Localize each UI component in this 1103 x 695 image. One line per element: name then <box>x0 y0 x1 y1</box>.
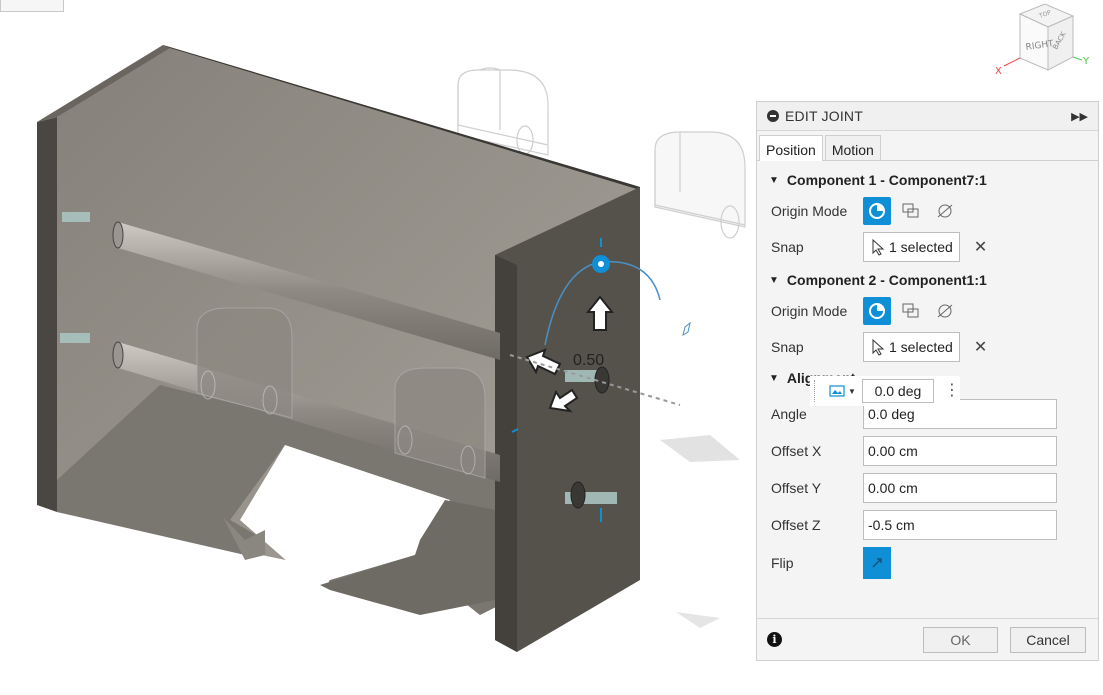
toolbar-stub[interactable] <box>0 0 64 12</box>
snap-row-1: Snap 1 selected ✕ <box>757 229 1098 265</box>
tab-bar: Position Motion <box>757 131 1098 161</box>
section-component1-title: Component 1 - Component7:1 <box>786 172 987 188</box>
offset-z-label: Offset Z <box>771 516 821 533</box>
cursor-arrow-icon <box>872 238 885 256</box>
offset-z-input[interactable]: -0.5 cm <box>863 509 1057 540</box>
chevron-down-icon[interactable]: ▼ <box>769 175 779 186</box>
section-component2-title: Component 2 - Component1:1 <box>786 272 987 288</box>
tab-motion[interactable]: Motion <box>824 135 881 160</box>
offset-x-row: Offset X 0.00 cm <box>757 432 1098 469</box>
info-icon[interactable]: i <box>767 632 782 647</box>
section-component1[interactable]: ▼ Component 1 - Component7:1 <box>757 169 1098 191</box>
ok-button[interactable]: OK <box>923 627 998 653</box>
origin-simple-icon[interactable] <box>863 297 891 325</box>
snap-selection-2[interactable]: 1 selected <box>863 332 960 362</box>
origin-mode-row-2: Origin Mode <box>757 293 1098 329</box>
origin-simple-icon[interactable] <box>863 197 891 225</box>
axis-y-label: Y <box>1082 56 1090 67</box>
offset-y-label: Offset Y <box>771 479 822 496</box>
snap-row-2: Snap 1 selected ✕ <box>757 329 1098 365</box>
tab-position[interactable]: Position <box>759 135 823 161</box>
housing-left-wall <box>37 117 57 512</box>
panel-title: EDIT JOINT <box>785 108 863 124</box>
ghost-component-top-right <box>654 131 746 239</box>
dropdown-caret-icon[interactable]: ▼ <box>848 387 856 396</box>
offset-x-label: Offset X <box>771 442 822 459</box>
collapse-icon[interactable] <box>767 110 779 122</box>
snap-value-1: 1 selected <box>889 239 953 255</box>
origin-mode-label: Origin Mode <box>771 203 848 219</box>
origin-two-edge-icon[interactable] <box>931 297 959 325</box>
origin-mode-label: Origin Mode <box>771 303 848 319</box>
panel-footer: i OK Cancel <box>757 618 1098 660</box>
view-cube[interactable]: RIGHT BACK TOP X Y <box>990 0 1103 82</box>
origin-between-two-faces-icon[interactable] <box>897 197 925 225</box>
cursor-arrow-icon <box>872 338 885 356</box>
offset-x-input[interactable]: 0.00 cm <box>863 435 1057 466</box>
drag-handle[interactable] <box>814 380 817 402</box>
snap-label: Snap <box>771 239 804 255</box>
panel-header[interactable]: EDIT JOINT ▶▶ <box>757 102 1098 131</box>
angle-mini-toolbar: ▼ 0.0 deg ⋮ <box>810 376 960 406</box>
snap-selection-1[interactable]: 1 selected <box>863 232 960 262</box>
offset-y-row: Offset Y 0.00 cm <box>757 469 1098 506</box>
section-component2[interactable]: ▼ Component 2 - Component1:1 <box>757 269 1098 291</box>
angle-readout: 0.50 <box>573 352 605 369</box>
input-type-icon[interactable] <box>829 385 845 397</box>
chevron-down-icon[interactable]: ▼ <box>769 373 779 384</box>
snap-label: Snap <box>771 339 804 355</box>
angle-label: Angle <box>771 405 807 422</box>
snap-value-2: 1 selected <box>889 339 953 355</box>
origin-two-edge-icon[interactable] <box>931 197 959 225</box>
clear-selection-icon[interactable]: ✕ <box>974 237 987 257</box>
expand-icon[interactable]: ▶▶ <box>1071 110 1088 123</box>
axis-x-label: X <box>995 66 1002 77</box>
more-options-icon[interactable]: ⋮ <box>944 383 960 399</box>
flip-row: Flip <box>757 543 1098 583</box>
flip-button[interactable] <box>863 547 891 579</box>
flip-arrow-icon <box>872 558 882 568</box>
flip-label: Flip <box>771 555 794 571</box>
origin-between-two-faces-icon[interactable] <box>897 297 925 325</box>
clear-selection-icon[interactable]: ✕ <box>974 337 987 357</box>
chevron-down-icon[interactable]: ▼ <box>769 275 779 286</box>
mini-angle-input[interactable]: 0.0 deg <box>861 379 934 403</box>
offset-z-row: Offset Z -0.5 cm <box>757 506 1098 543</box>
origin-mode-row-1: Origin Mode <box>757 193 1098 229</box>
offset-y-input[interactable]: 0.00 cm <box>863 472 1057 503</box>
cancel-button[interactable]: Cancel <box>1010 627 1086 653</box>
